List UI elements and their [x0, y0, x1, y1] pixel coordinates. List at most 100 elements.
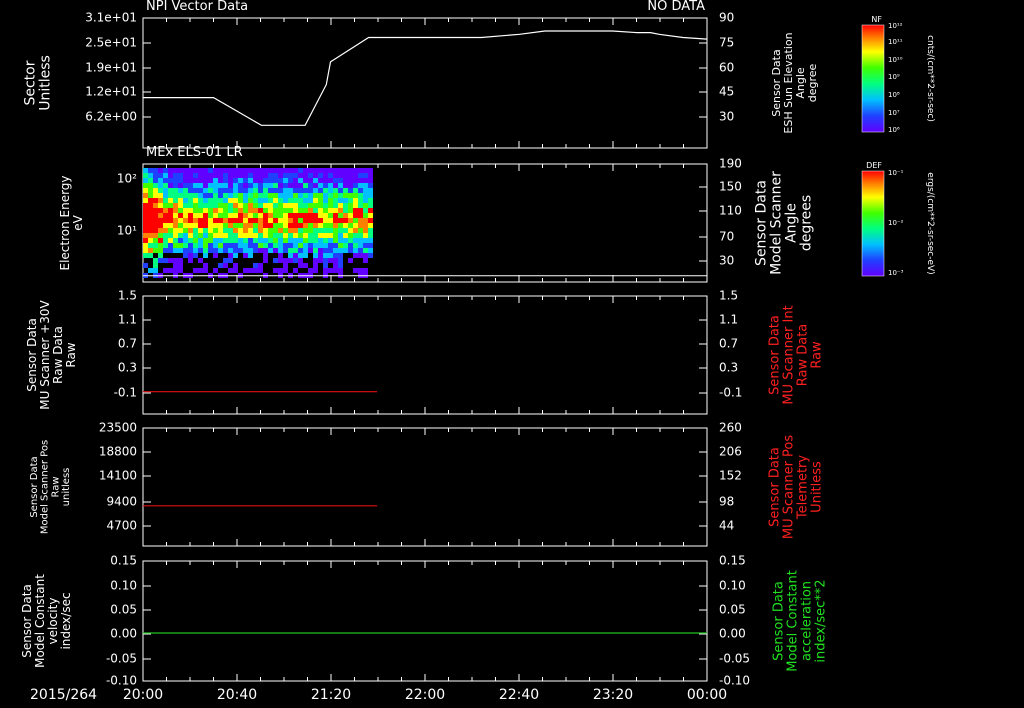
spectrogram-cell	[143, 213, 148, 218]
spectrogram-cell	[203, 248, 208, 253]
spectrogram-cell	[318, 223, 323, 228]
spectrogram-cell	[168, 213, 173, 218]
spectrogram-cell	[343, 238, 348, 243]
spectrogram-cell	[153, 173, 158, 178]
spectrogram-cell	[213, 238, 218, 243]
spectrogram-cell	[233, 183, 238, 188]
spectrogram-cell	[233, 218, 238, 223]
y-right-tick-label: 0.3	[719, 361, 738, 375]
def-colorbar-unit: ergs/(cm**2-sr-sec-eV)	[925, 172, 935, 274]
spectrogram-cell	[263, 233, 268, 238]
spectrogram-cell	[213, 203, 218, 208]
spectrogram-cell	[293, 258, 298, 263]
spectrogram-cell	[188, 193, 193, 198]
spectrogram-cell	[158, 228, 163, 233]
spectrogram-cell	[223, 233, 228, 238]
y-left-tick-label: 6.2e+00	[85, 110, 137, 124]
spectrogram-cell	[343, 233, 348, 238]
spectrogram-cell	[368, 193, 373, 198]
y-left-axis-label: Sensor Data	[25, 318, 39, 392]
spectrogram-cell	[148, 248, 153, 253]
spectrogram-cell	[218, 228, 223, 233]
spectrogram-cell	[173, 228, 178, 233]
spectrogram-cell	[198, 203, 203, 208]
spectrogram-cell	[223, 188, 228, 193]
spectrogram-cell	[293, 218, 298, 223]
def-colorbar-tick: 10⁻³	[888, 269, 904, 277]
spectrogram-cell	[333, 188, 338, 193]
spectrogram-cell	[183, 233, 188, 238]
spectrogram-cell	[243, 218, 248, 223]
spectrogram-cell	[263, 203, 268, 208]
spectrogram-cell	[278, 268, 283, 273]
spectrogram-cell	[208, 238, 213, 243]
spectrogram-cell	[318, 228, 323, 233]
spectrogram-cell	[208, 228, 213, 233]
spectrogram-cell	[158, 253, 163, 258]
spectrogram-cell	[208, 198, 213, 203]
spectrogram-cell	[363, 203, 368, 208]
spectrogram-cell	[293, 253, 298, 258]
spectrogram-cell	[153, 258, 158, 263]
spectrogram-cell	[298, 248, 303, 253]
spectrogram-cell	[308, 233, 313, 238]
spectrogram-cell	[148, 218, 153, 223]
spectrogram-cell	[293, 248, 298, 253]
spectrogram-cell	[198, 233, 203, 238]
spectrogram-cell	[318, 193, 323, 198]
spectrogram-cell	[198, 168, 203, 173]
spectrogram-cell	[313, 188, 318, 193]
spectrogram-cell	[223, 238, 228, 243]
spectrogram-cell	[303, 253, 308, 258]
spectrogram-cell	[193, 168, 198, 173]
spectrogram-cell	[308, 208, 313, 213]
spectrogram-cell	[173, 243, 178, 248]
spectrogram-cell	[173, 203, 178, 208]
y-right-axis-label: index/sec**2	[814, 579, 829, 662]
spectrogram-cell	[193, 198, 198, 203]
spectrogram-cell	[278, 213, 283, 218]
spectrogram-cell	[298, 178, 303, 183]
spectrogram-cell	[263, 253, 268, 258]
spectrogram-cell	[328, 238, 333, 243]
spectrogram-cell	[188, 258, 193, 263]
y-left-tick-label: 18800	[99, 445, 137, 459]
spectrogram-cell	[198, 193, 203, 198]
spectrogram-cell	[178, 233, 183, 238]
spectrogram-cell	[328, 268, 333, 273]
y-left-tick-label: 9400	[106, 495, 137, 509]
spectrogram-cell	[153, 183, 158, 188]
spectrogram-cell	[288, 218, 293, 223]
spectrogram-cell	[258, 168, 263, 173]
spectrogram-cell	[148, 243, 153, 248]
y-left-tick-label: 10¹	[117, 224, 137, 238]
spectrogram-cell	[348, 228, 353, 233]
spectrogram-cell	[303, 173, 308, 178]
y-right-axis-label: MU Scanner Int	[781, 305, 796, 404]
spectrogram-cell	[198, 208, 203, 213]
spectrogram-cell	[203, 198, 208, 203]
spectrogram-cell	[253, 263, 258, 268]
date-label: 2015/264	[30, 687, 97, 703]
spectrogram-cell	[153, 238, 158, 243]
spectrogram-cell	[233, 243, 238, 248]
spectrogram-cell	[333, 178, 338, 183]
spectrogram-cell	[323, 263, 328, 268]
spectrogram-cell	[228, 183, 233, 188]
spectrogram-cell	[263, 198, 268, 203]
nf-colorbar-tick: 10⁶	[888, 126, 900, 134]
spectrogram-cell	[288, 238, 293, 243]
y-right-tick-label: 152	[719, 469, 742, 483]
spectrogram-cell	[283, 203, 288, 208]
spectrogram-cell	[173, 218, 178, 223]
spectrogram-cell	[263, 223, 268, 228]
spectrogram-cell	[328, 218, 333, 223]
spectrogram-cell	[198, 248, 203, 253]
spectrogram-cell	[323, 168, 328, 173]
spectrogram-cell	[218, 238, 223, 243]
y-right-axis-label: Sensor Data	[767, 315, 782, 395]
spectrogram-cell	[233, 263, 238, 268]
spectrogram-cell	[228, 193, 233, 198]
spectrogram-cell	[288, 248, 293, 253]
spectrogram-cell	[233, 173, 238, 178]
